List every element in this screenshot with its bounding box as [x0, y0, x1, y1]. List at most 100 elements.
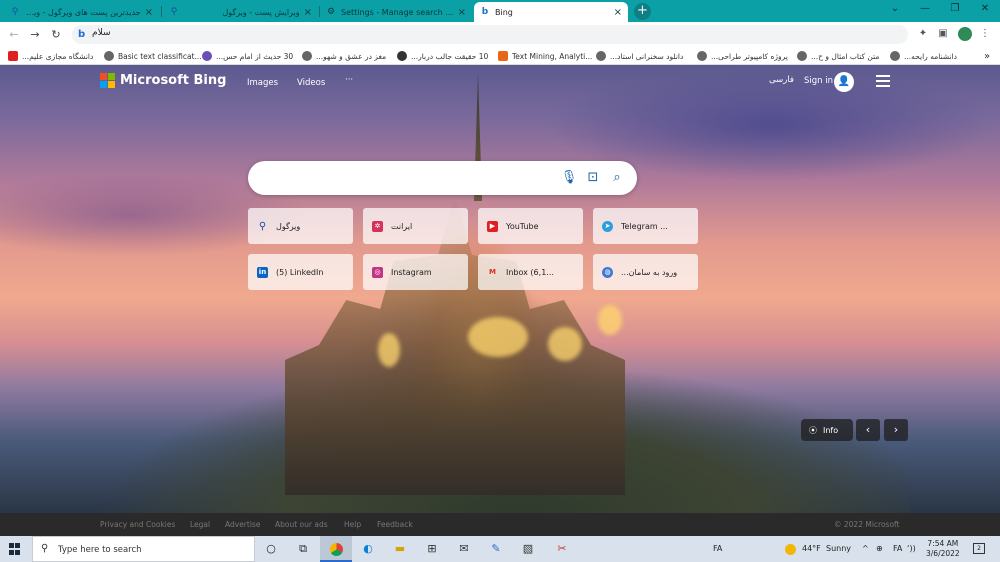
- forward-button[interactable]: →: [27, 27, 43, 43]
- back-button[interactable]: ←: [6, 27, 22, 43]
- tab-bing[interactable]: b Bing ×: [474, 2, 628, 22]
- nav-images-link[interactable]: Images: [247, 78, 278, 88]
- image-info-button[interactable]: ⦿ Info: [801, 419, 853, 441]
- linkedin-icon: in: [257, 266, 268, 278]
- footer-feedback-link[interactable]: Feedback: [377, 520, 413, 529]
- network-icon[interactable]: ⊕: [876, 544, 883, 553]
- nav-videos-link[interactable]: Videos: [297, 78, 325, 88]
- quicklink-linkedin[interactable]: in (5) LinkedIn: [248, 254, 353, 290]
- close-window-button[interactable]: ✕: [970, 0, 1000, 20]
- bing-logo[interactable]: Microsoft Bing: [100, 73, 226, 88]
- mail-icon[interactable]: ✉: [448, 536, 480, 562]
- microphone-icon[interactable]: 🎙: [560, 169, 578, 187]
- bookmarks-overflow-button[interactable]: »: [984, 49, 990, 63]
- notification-center-icon[interactable]: 2: [973, 543, 985, 554]
- task-view-icon[interactable]: ⧉: [287, 536, 319, 562]
- minimize-button[interactable]: —: [910, 0, 940, 20]
- quicklink-saman[interactable]: ◍ ورود به سامان...: [593, 254, 698, 290]
- footer-help-link[interactable]: Help: [344, 520, 361, 529]
- close-icon[interactable]: ×: [614, 7, 622, 18]
- taskbar-search-box[interactable]: ⚲ Type here to search: [32, 536, 255, 562]
- footer-legal-link[interactable]: Legal: [190, 520, 210, 529]
- system-clock[interactable]: 7:54 AM 3/6/2022: [926, 539, 960, 559]
- menu-icon[interactable]: ⋮: [978, 27, 992, 41]
- search-icon[interactable]: ⌕: [608, 169, 626, 187]
- address-bar-text: سلام: [92, 28, 111, 38]
- weather-condition[interactable]: Sunny: [826, 544, 851, 553]
- search-input[interactable]: [248, 161, 637, 195]
- file-explorer-icon[interactable]: ▬: [384, 536, 416, 562]
- close-icon[interactable]: ×: [458, 7, 466, 18]
- site-icon: [202, 51, 212, 61]
- bookmark-item[interactable]: مغز در عشق و شهو...: [302, 49, 386, 63]
- language-link[interactable]: فارسی: [769, 75, 794, 85]
- chrome-icon[interactable]: [320, 536, 352, 562]
- sign-in-link[interactable]: Sign in: [804, 76, 833, 86]
- new-tab-button[interactable]: +: [634, 3, 651, 20]
- footer-advertise-link[interactable]: Advertise: [225, 520, 260, 529]
- bookmark-label: 10 حقیقت جالب دربار...: [411, 51, 489, 61]
- tab-settings[interactable]: ⚙ Settings - Manage search engine ×: [320, 2, 472, 22]
- snipping-tool-icon[interactable]: ✂: [546, 536, 578, 562]
- quicklink-irannet[interactable]: ✲ ایرانت: [363, 208, 468, 244]
- cortana-icon[interactable]: ○: [255, 536, 287, 562]
- background-light: [598, 305, 622, 335]
- weather-temperature[interactable]: 44°F: [802, 544, 821, 553]
- side-panel-icon[interactable]: ▣: [936, 27, 950, 41]
- extensions-icon[interactable]: ✦: [916, 27, 930, 41]
- nav-more-button[interactable]: ···: [345, 75, 353, 85]
- tab-virgool-latest[interactable]: ⚲ جدیدترین پست های ویرگول - ویرگ ×: [4, 2, 159, 22]
- photos-icon[interactable]: ▧: [512, 536, 544, 562]
- youtube-icon: [8, 51, 18, 61]
- tab-search-icon[interactable]: ⌄: [880, 0, 910, 20]
- maximize-button[interactable]: ❐: [940, 0, 970, 20]
- tab-virgool-edit[interactable]: ⚲ ویرایش پست - ویرگول ×: [163, 2, 318, 22]
- telegram-icon: ➤: [602, 220, 613, 232]
- blogger-icon: [498, 51, 508, 61]
- bookmark-item[interactable]: دانلود سخنرانی استاد...: [596, 49, 683, 63]
- paint-icon[interactable]: ✎: [480, 536, 512, 562]
- visual-search-icon[interactable]: ⊡: [584, 169, 602, 187]
- reload-button[interactable]: ↻: [48, 27, 64, 43]
- edge-icon[interactable]: ◐: [352, 536, 384, 562]
- bookmark-item[interactable]: 30 حدیث از امام حس...: [202, 49, 293, 63]
- input-language-indicator[interactable]: FA: [713, 544, 722, 553]
- globe-icon: [697, 51, 707, 61]
- bookmark-item[interactable]: پروژه کامپیوتر طراحی...: [697, 49, 788, 63]
- close-icon[interactable]: ×: [304, 7, 312, 18]
- quicklink-youtube[interactable]: ▶ YouTube: [478, 208, 583, 244]
- footer-privacy-link[interactable]: Privacy and Cookies: [100, 520, 175, 529]
- logo-square-red: [100, 73, 107, 80]
- store-icon[interactable]: ⊞: [416, 536, 448, 562]
- bookmark-item[interactable]: Basic text classificat...: [104, 49, 202, 63]
- quicklink-telegram[interactable]: ➤ Telegram ...: [593, 208, 698, 244]
- keyboard-language-icon[interactable]: FA: [893, 544, 902, 553]
- tab-strip: ⚲ جدیدترین پست های ویرگول - ویرگ × ⚲ ویر…: [0, 0, 1000, 22]
- profile-avatar[interactable]: [958, 27, 972, 41]
- quicklink-instagram[interactable]: ◎ Instagram: [363, 254, 468, 290]
- bookmark-item[interactable]: دانشنامه رایحه...: [890, 49, 957, 63]
- close-icon[interactable]: ×: [145, 7, 153, 18]
- hamburger-menu-icon[interactable]: [876, 75, 890, 87]
- bookmark-label: دانشگاه مجازی علیم...: [22, 51, 94, 61]
- search-icon: ⚲: [41, 543, 49, 554]
- bookmark-item[interactable]: Text Mining, Analyti...: [498, 49, 592, 63]
- next-image-button[interactable]: ›: [884, 419, 908, 441]
- address-bar[interactable]: b سلام: [72, 25, 908, 44]
- volume-icon[interactable]: ʻ)): [907, 544, 916, 553]
- bookmark-item[interactable]: دانشگاه مجازی علیم...: [8, 49, 93, 63]
- user-icon[interactable]: 👤: [834, 72, 854, 92]
- bing-brand-title: Microsoft Bing: [120, 73, 227, 88]
- location-pin-icon: ⦿: [809, 425, 817, 435]
- chevron-up-icon[interactable]: ^: [862, 544, 869, 553]
- virgool-icon: ⚲: [170, 7, 178, 17]
- bookmark-label: Basic text classificat...: [118, 51, 202, 61]
- previous-image-button[interactable]: ‹: [856, 419, 880, 441]
- bookmark-item[interactable]: متن کتاب امثال و ح...: [797, 49, 879, 63]
- quicklink-gmail[interactable]: M Inbox (6,1...: [478, 254, 583, 290]
- footer-about-ads-link[interactable]: About our ads: [275, 520, 328, 529]
- windows-start-icon[interactable]: [9, 543, 21, 555]
- virgool-icon: ⚲: [11, 7, 19, 17]
- quicklink-virgool[interactable]: ⚲ ویرگول: [248, 208, 353, 244]
- bookmark-item[interactable]: 10 حقیقت جالب دربار...: [397, 49, 488, 63]
